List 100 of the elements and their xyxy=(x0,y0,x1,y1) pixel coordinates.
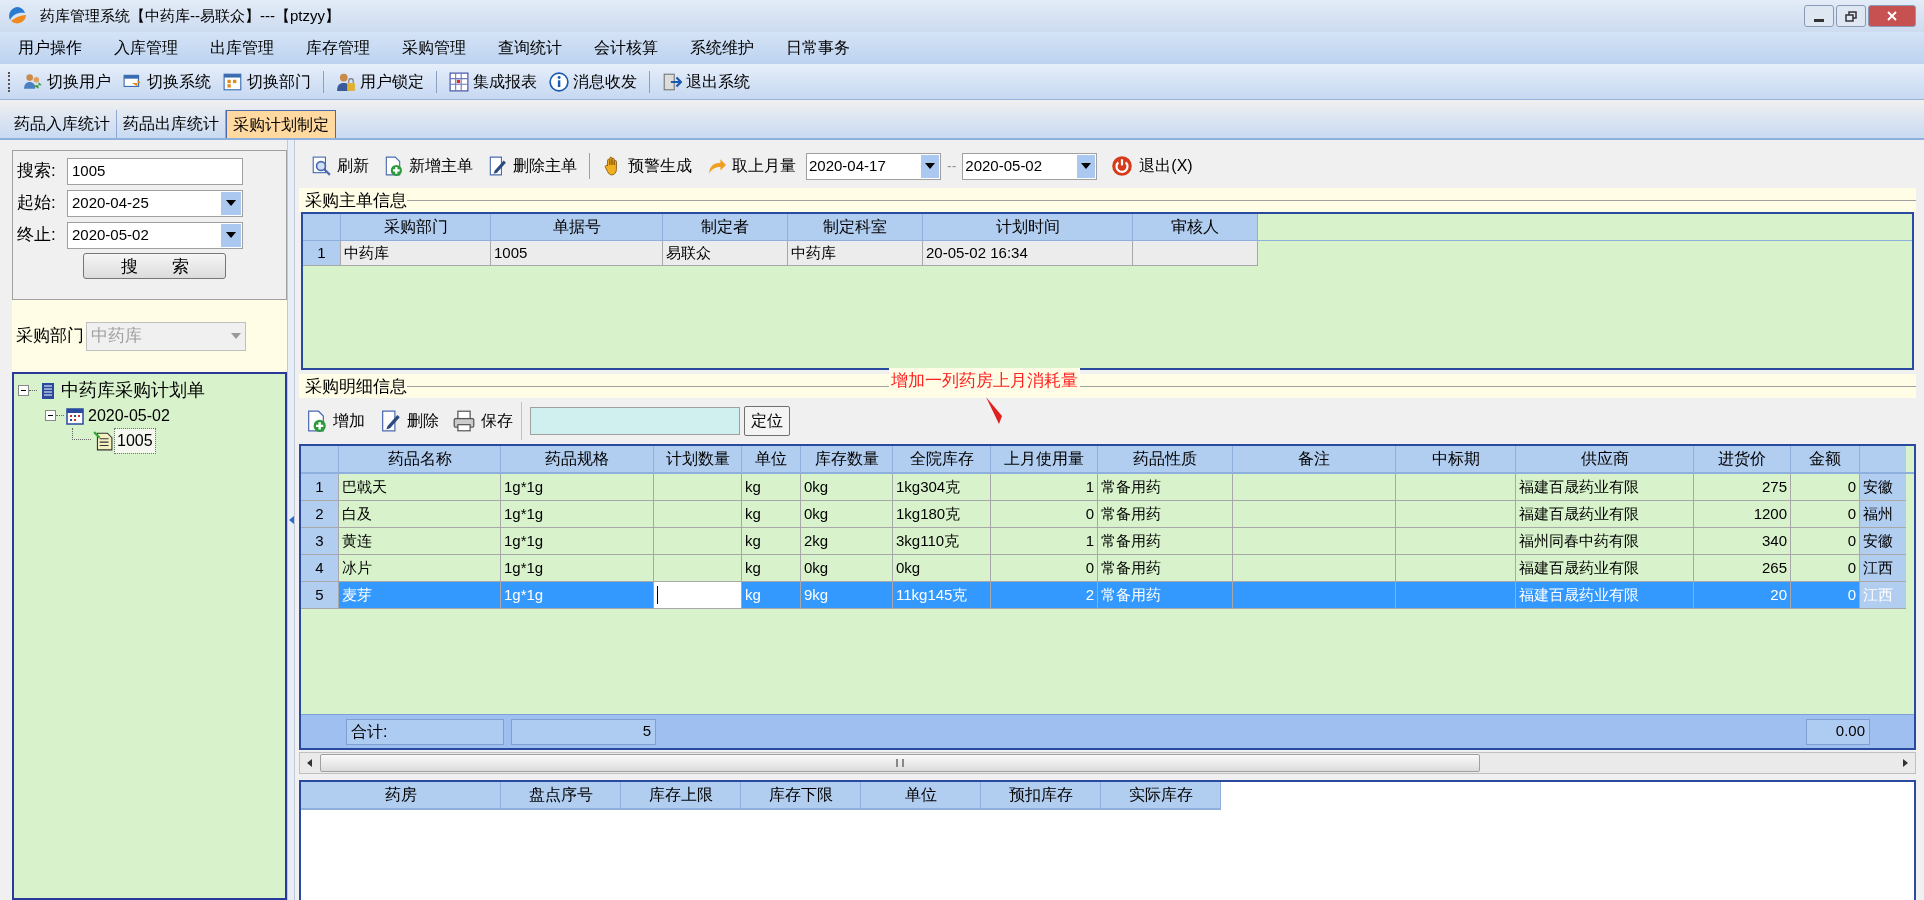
column-header[interactable]: 上月使用量 xyxy=(991,446,1098,472)
toolbar-button[interactable]: 用户锁定 xyxy=(332,67,428,96)
menu-item[interactable]: 会计核算 xyxy=(584,36,668,60)
search-button[interactable]: 搜 索 xyxy=(83,253,226,279)
date-picker[interactable]: 2020-05-02 xyxy=(67,221,243,249)
column-header[interactable]: 库存下限 xyxy=(741,782,861,808)
column-header[interactable]: 制定科室 xyxy=(788,214,923,240)
collapse-icon[interactable] xyxy=(18,385,29,396)
column-header[interactable]: 药房 xyxy=(301,782,501,808)
summary-label: 合计: xyxy=(346,718,504,745)
column-header[interactable]: 药品名称 xyxy=(339,446,501,472)
menu-item[interactable]: 用户操作 xyxy=(8,36,92,60)
column-header[interactable]: 中标期 xyxy=(1396,446,1516,472)
column-header[interactable]: 实际库存 xyxy=(1101,782,1221,808)
toolbar-button[interactable]: 保存 xyxy=(453,406,513,436)
table-row[interactable]: 1 巴戟天 1g*1g kg 0kg 1kg304克 1 常备用药 福建百晟药业有限 275 0 安徽 xyxy=(301,474,1906,501)
table-cell: 福建百晟药业有限 xyxy=(1516,582,1694,608)
menu-item[interactable]: 系统维护 xyxy=(680,36,764,60)
toolbar-button[interactable]: 取上月量 xyxy=(702,151,800,181)
close-button[interactable] xyxy=(1868,5,1916,27)
table-cell: 0 xyxy=(991,501,1098,527)
column-header[interactable]: 药品规格 xyxy=(501,446,654,472)
table-cell: 麦芽 xyxy=(339,582,501,608)
menu-item[interactable]: 查询统计 xyxy=(488,36,572,60)
column-header[interactable]: 盘点序号 xyxy=(501,782,621,808)
column-header[interactable]: 库存上限 xyxy=(621,782,741,808)
table-cell: 1 xyxy=(991,474,1098,500)
column-header[interactable]: 单位 xyxy=(861,782,981,808)
input-field[interactable] xyxy=(654,582,742,608)
minimize-button[interactable] xyxy=(1804,5,1834,27)
tree-item[interactable]: 1005 xyxy=(115,428,155,453)
table-cell: 2 xyxy=(991,582,1098,608)
menu-item[interactable]: 采购管理 xyxy=(392,36,476,60)
exit-icon xyxy=(662,71,682,92)
table-cell: kg xyxy=(742,528,801,554)
toolbar-button[interactable]: 新增主单 xyxy=(379,151,477,181)
toolbar-button[interactable]: 退出系统 xyxy=(658,67,754,96)
column-header[interactable]: 库存数量 xyxy=(801,446,893,472)
search-field[interactable]: 1005 xyxy=(67,157,243,185)
column-header[interactable]: 计划数量 xyxy=(654,446,742,472)
date-picker[interactable]: 2020-04-17 xyxy=(806,152,941,180)
column-header[interactable]: 审核人 xyxy=(1133,214,1258,240)
restore-button[interactable] xyxy=(1836,5,1866,27)
menu-item[interactable]: 日常事务 xyxy=(776,36,860,60)
locate-field[interactable] xyxy=(530,407,740,435)
table-cell: kg xyxy=(742,501,801,527)
toolbar-button[interactable]: 增加 xyxy=(305,406,365,436)
column-header[interactable]: 全院库存 xyxy=(893,446,991,472)
exit-button[interactable]: 退出(X) xyxy=(1107,151,1197,181)
info-icon xyxy=(549,71,569,92)
toolbar-button[interactable]: 删除 xyxy=(379,406,439,436)
table-cell: 0kg xyxy=(801,474,893,500)
left-arrow-icon xyxy=(288,516,294,524)
field-label: 起始: xyxy=(17,192,57,215)
table-cell: 1g*1g xyxy=(501,555,654,581)
date-picker[interactable]: 2020-04-25 xyxy=(67,189,243,217)
column-header[interactable]: 采购部门 xyxy=(341,214,491,240)
toolbar-button[interactable]: 刷新 xyxy=(307,151,373,181)
column-header[interactable]: 制定者 xyxy=(663,214,788,240)
toolbar-button[interactable]: 集成报表 xyxy=(445,67,541,96)
tab[interactable]: 药品入库统计 xyxy=(8,110,117,138)
table-cell: 福建百晟药业有限 xyxy=(1516,555,1694,581)
scrollbar-thumb[interactable] xyxy=(320,754,1480,772)
column-header[interactable]: 进货价 xyxy=(1694,446,1791,472)
date-picker[interactable]: 2020-05-02 xyxy=(962,152,1098,180)
column-header[interactable]: 预扣库存 xyxy=(981,782,1101,808)
table-row[interactable]: 1 中药库 1005 易联众 中药库 20-05-02 16:34 xyxy=(303,241,1258,266)
column-header[interactable]: 备注 xyxy=(1233,446,1396,472)
column-header[interactable]: 计划时间 xyxy=(923,214,1133,240)
table-row[interactable]: 3 黄连 1g*1g kg 2kg 3kg110克 1 常备用药 福州同春中药有限 340 0 安徽 xyxy=(301,528,1906,555)
menu-item[interactable]: 入库管理 xyxy=(104,36,188,60)
column-header[interactable]: 单位 xyxy=(742,446,801,472)
locate-button[interactable]: 定位 xyxy=(744,406,790,436)
toolbar-button[interactable]: 消息收发 xyxy=(545,67,641,96)
column-header[interactable]: 供应商 xyxy=(1516,446,1694,472)
table-cell: 1g*1g xyxy=(501,528,654,554)
tree-item[interactable]: 中药库采购计划单 xyxy=(59,377,207,404)
tree-item[interactable]: 2020-05-02 xyxy=(86,403,172,428)
column-header[interactable]: 单据号 xyxy=(491,214,663,240)
tab[interactable]: 采购计划制定 xyxy=(226,110,336,138)
menu-item[interactable]: 库存管理 xyxy=(296,36,380,60)
menu-item[interactable]: 出库管理 xyxy=(200,36,284,60)
table-row[interactable]: 2 白及 1g*1g kg 0kg 1kg180克 0 常备用药 福建百晟药业有限 1200 0 福州 xyxy=(301,501,1906,528)
toolbar-button[interactable]: 删除主单 xyxy=(483,151,581,181)
table-cell: 20-05-02 16:34 xyxy=(923,241,1133,265)
table-cell: 常备用药 xyxy=(1098,501,1233,527)
table-cell: 常备用药 xyxy=(1098,474,1233,500)
edit-document-icon xyxy=(379,410,401,432)
toolbar-button[interactable]: 预警生成 xyxy=(598,151,696,181)
column-header[interactable]: 药品性质 xyxy=(1098,446,1233,472)
table-row[interactable]: 4 冰片 1g*1g kg 0kg 0kg 0 常备用药 福建百晟药业有限 265 0 江西 xyxy=(301,555,1906,582)
toolbar-button[interactable]: 切换系统 xyxy=(119,67,215,96)
table-cell: 0 xyxy=(991,555,1098,581)
table-cell: 1g*1g xyxy=(501,474,654,500)
table-row[interactable]: 5 麦芽 1g*1g kg 9kg 11kg145克 2 常备用药 福建百晟药业有限 20 0 江西 xyxy=(301,582,1906,609)
collapse-icon[interactable] xyxy=(45,410,56,421)
toolbar-button[interactable]: 切换用户 xyxy=(19,67,115,96)
column-header[interactable]: 金额 xyxy=(1791,446,1860,472)
horizontal-scrollbar[interactable] xyxy=(299,752,1916,774)
toolbar-button[interactable]: 切换部门 xyxy=(219,67,315,96)
